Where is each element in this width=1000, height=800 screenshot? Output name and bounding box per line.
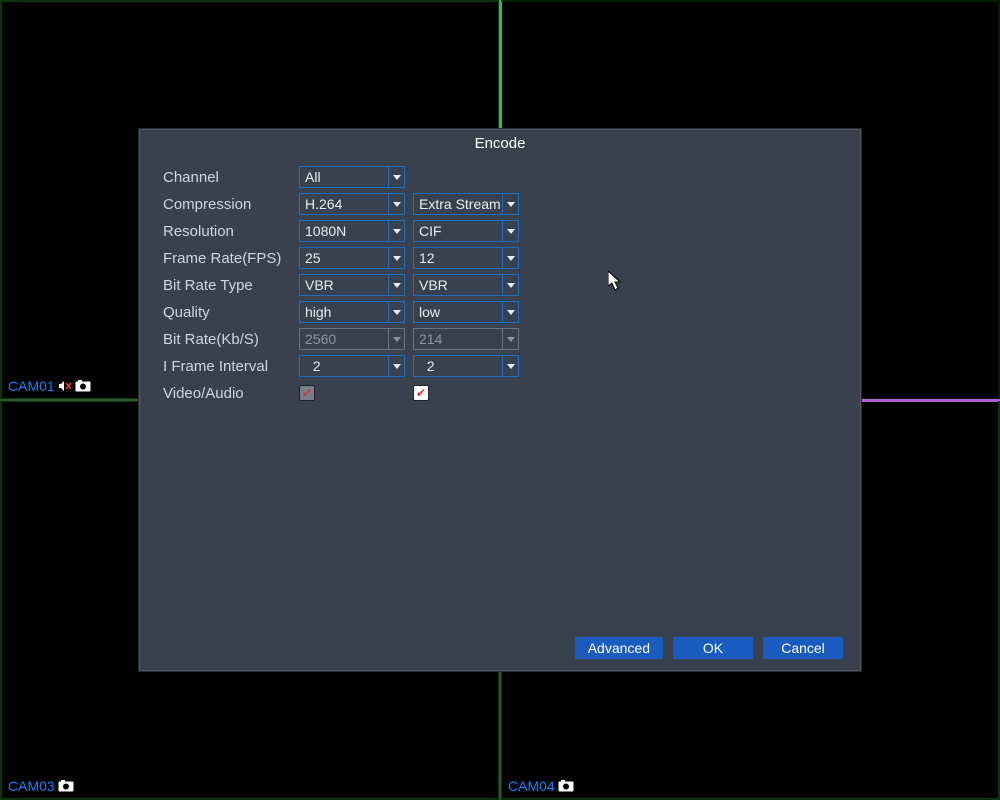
audio-mute-icon: [58, 380, 72, 392]
chevron-down-icon: [388, 302, 404, 322]
camera-name: CAM01: [8, 378, 55, 394]
compression-main-value: H.264: [305, 196, 342, 212]
channel-dropdown[interactable]: All: [299, 166, 405, 188]
camera-name: CAM03: [8, 778, 55, 794]
chevron-down-icon: [502, 221, 518, 241]
bitratetype-main-dropdown[interactable]: VBR: [299, 274, 405, 296]
snapshot-icon: [58, 780, 74, 792]
advanced-button[interactable]: Advanced: [575, 637, 663, 659]
resolution-main-dropdown[interactable]: 1080N: [299, 220, 405, 242]
bitrate-main-dropdown[interactable]: 2560: [299, 328, 405, 350]
cancel-button[interactable]: Cancel: [763, 637, 843, 659]
bitrate-extra-dropdown[interactable]: 214: [413, 328, 519, 350]
iframe-extra-dropdown[interactable]: 2: [413, 355, 519, 377]
dialog-title: Encode: [139, 129, 861, 160]
chevron-down-icon: [388, 329, 404, 349]
row-resolution: Resolution 1080N CIF: [163, 218, 845, 244]
quality-extra-value: low: [419, 304, 440, 320]
chevron-down-icon: [502, 194, 518, 214]
chevron-down-icon: [388, 248, 404, 268]
encode-form: Channel All Compression H.264 Extra Stre…: [139, 160, 861, 406]
row-compression: Compression H.264 Extra Stream: [163, 191, 845, 217]
label-channel: Channel: [163, 169, 299, 186]
bitratetype-extra-dropdown[interactable]: VBR: [413, 274, 519, 296]
label-iframe: I Frame Interval: [163, 358, 299, 375]
framerate-extra-dropdown[interactable]: 12: [413, 247, 519, 269]
bitrate-extra-value: 214: [419, 331, 442, 347]
row-bitratetype: Bit Rate Type VBR VBR: [163, 272, 845, 298]
chevron-down-icon: [388, 221, 404, 241]
video-main-checkbox[interactable]: ✔: [299, 385, 315, 401]
iframe-main-dropdown[interactable]: 2: [299, 355, 405, 377]
chevron-down-icon: [502, 356, 518, 376]
camera-label: CAM03: [8, 778, 74, 794]
label-videoaudio: Video/Audio: [163, 385, 299, 402]
encode-dialog: Encode Channel All Compression H.264 Ext…: [138, 128, 862, 672]
channel-value: All: [305, 169, 321, 185]
compression-extra-value: Extra Stream: [419, 196, 501, 212]
bitratetype-main-value: VBR: [305, 277, 334, 293]
resolution-extra-value: CIF: [419, 223, 442, 239]
row-videoaudio: Video/Audio ✔ ✔: [163, 380, 845, 406]
row-channel: Channel All: [163, 164, 845, 190]
chevron-down-icon: [502, 302, 518, 322]
iframe-main-value: 2: [305, 358, 321, 374]
quality-main-value: high: [305, 304, 331, 320]
camera-label: CAM01: [8, 378, 91, 394]
label-resolution: Resolution: [163, 223, 299, 240]
snapshot-icon: [75, 380, 91, 392]
chevron-down-icon: [388, 356, 404, 376]
framerate-extra-value: 12: [419, 250, 435, 266]
compression-main-dropdown[interactable]: H.264: [299, 193, 405, 215]
row-iframe: I Frame Interval 2 2: [163, 353, 845, 379]
label-quality: Quality: [163, 304, 299, 321]
row-quality: Quality high low: [163, 299, 845, 325]
quality-extra-dropdown[interactable]: low: [413, 301, 519, 323]
dialog-buttons: Advanced OK Cancel: [575, 637, 843, 659]
iframe-extra-value: 2: [419, 358, 435, 374]
chevron-down-icon: [388, 167, 404, 187]
chevron-down-icon: [502, 248, 518, 268]
label-framerate: Frame Rate(FPS): [163, 250, 299, 267]
chevron-down-icon: [502, 275, 518, 295]
snapshot-icon: [558, 780, 574, 792]
quality-main-dropdown[interactable]: high: [299, 301, 405, 323]
framerate-main-value: 25: [305, 250, 321, 266]
ok-button[interactable]: OK: [673, 637, 753, 659]
framerate-main-dropdown[interactable]: 25: [299, 247, 405, 269]
resolution-extra-dropdown[interactable]: CIF: [413, 220, 519, 242]
bitrate-main-value: 2560: [305, 331, 336, 347]
row-framerate: Frame Rate(FPS) 25 12: [163, 245, 845, 271]
chevron-down-icon: [502, 329, 518, 349]
camera-label: CAM04: [508, 778, 574, 794]
row-bitrate: Bit Rate(Kb/S) 2560 214: [163, 326, 845, 352]
bitratetype-extra-value: VBR: [419, 277, 448, 293]
chevron-down-icon: [388, 275, 404, 295]
camera-name: CAM04: [508, 778, 555, 794]
label-compression: Compression: [163, 196, 299, 213]
video-extra-checkbox[interactable]: ✔: [413, 385, 429, 401]
label-bitratetype: Bit Rate Type: [163, 277, 299, 294]
resolution-main-value: 1080N: [305, 223, 346, 239]
label-bitrate: Bit Rate(Kb/S): [163, 331, 299, 348]
chevron-down-icon: [388, 194, 404, 214]
compression-extra-dropdown[interactable]: Extra Stream: [413, 193, 519, 215]
